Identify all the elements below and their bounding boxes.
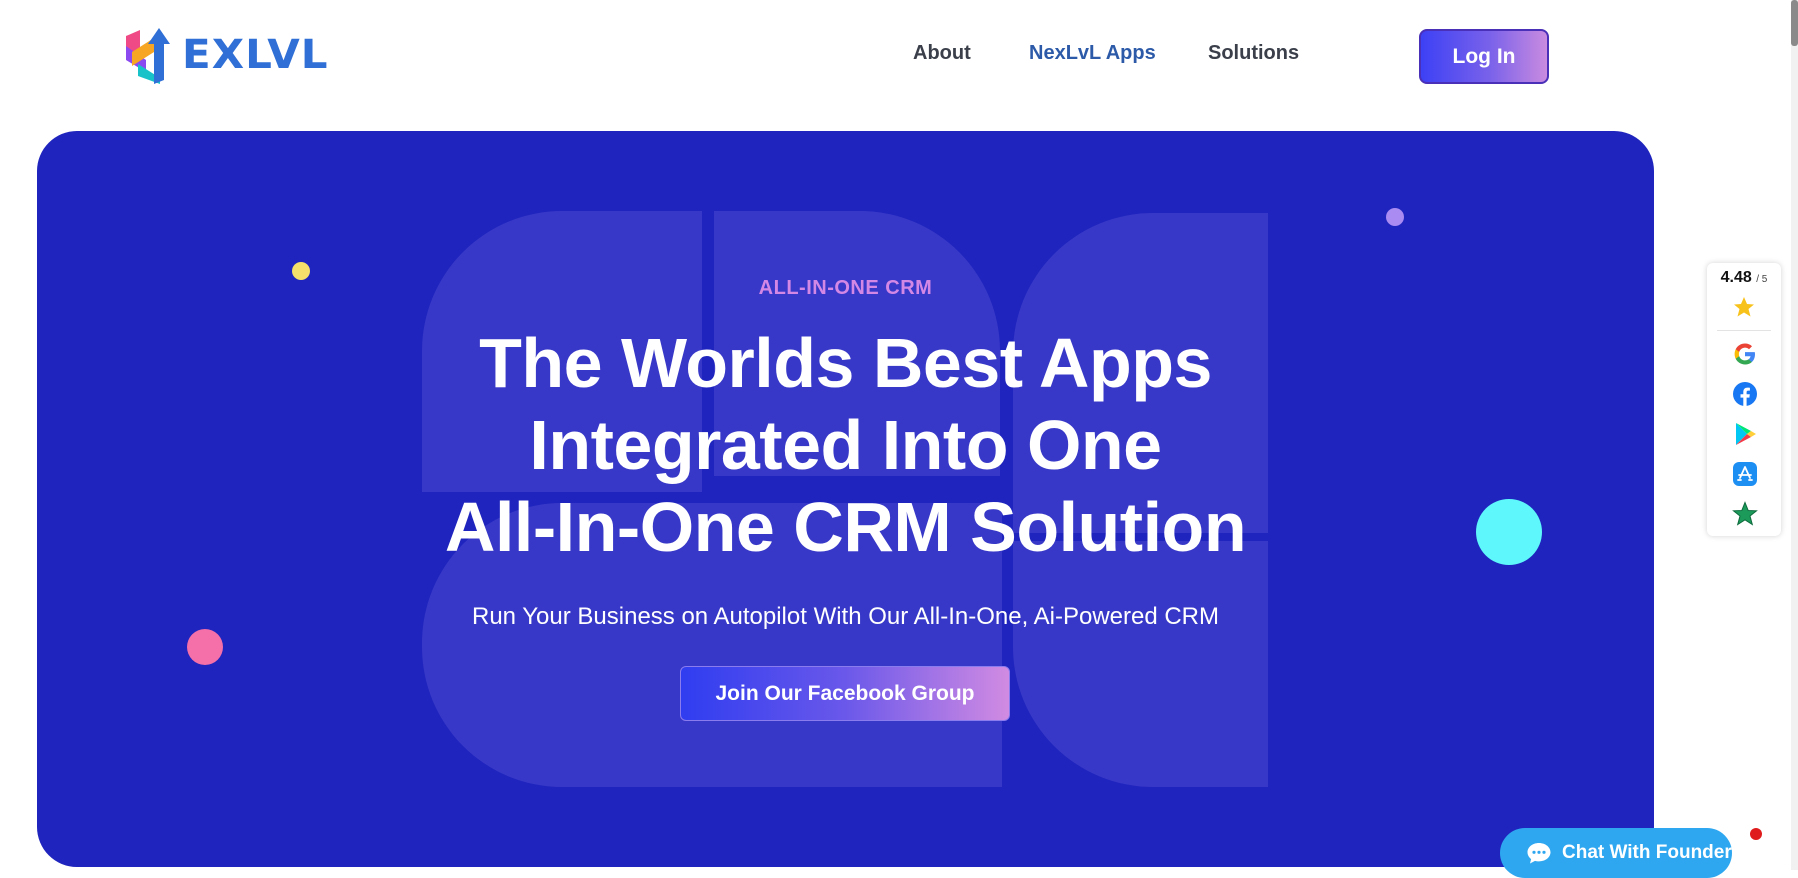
nav-about[interactable]: About (913, 42, 971, 65)
trustpilot-icon[interactable] (1732, 501, 1758, 527)
chat-with-founder-button[interactable]: Chat With Founder (1500, 828, 1732, 878)
join-facebook-group-button[interactable]: Join Our Facebook Group (680, 666, 1010, 721)
hero-headline-line-3: All-In-One CRM Solution (444, 488, 1247, 566)
logo-text: EXLVL (182, 32, 329, 78)
google-play-icon[interactable] (1732, 421, 1758, 447)
app-store-icon[interactable] (1732, 461, 1758, 487)
purple-dot (1386, 208, 1404, 226)
rating-score-value: 4.48 (1720, 269, 1752, 286)
page-scrollbar[interactable] (1791, 0, 1798, 870)
nav-nexlvl-apps[interactable]: NexLvL Apps (1029, 42, 1156, 65)
nexlvl-logo[interactable]: EXLVL (124, 26, 328, 84)
scrollbar-thumb[interactable] (1791, 0, 1798, 46)
rating-score: 4.48 / 5 (1707, 269, 1781, 287)
logo-mark-icon (126, 28, 170, 84)
hero-section: ALL-IN-ONE CRM The Worlds Best Apps Inte… (37, 131, 1654, 867)
star-icon (1734, 297, 1754, 317)
hero-subline: Run Your Business on Autopilot With Our … (471, 603, 1220, 630)
nav-solutions[interactable]: Solutions (1208, 42, 1299, 65)
rating-out-of: / 5 (1756, 274, 1768, 285)
hero-headline-line-2: Integrated Into One (529, 406, 1162, 484)
hero-headline-line-1: The Worlds Best Apps (479, 324, 1212, 402)
chat-notification-dot (1750, 828, 1762, 840)
hero-eyebrow: ALL-IN-ONE CRM (758, 277, 933, 299)
login-button[interactable]: Log In (1419, 29, 1549, 84)
google-icon[interactable] (1732, 341, 1758, 367)
rating-divider (1717, 330, 1771, 331)
rating-widget[interactable]: 4.48 / 5 (1707, 263, 1781, 536)
facebook-icon[interactable] (1732, 381, 1758, 407)
pink-dot (187, 629, 223, 665)
chat-bubble-icon (1527, 843, 1551, 864)
bg-shape-bottom-right (1013, 541, 1268, 787)
chat-label: Chat With Founder (1562, 842, 1732, 863)
site-header: EXLVL About NexLvL Apps Solutions Log In (0, 0, 1798, 112)
